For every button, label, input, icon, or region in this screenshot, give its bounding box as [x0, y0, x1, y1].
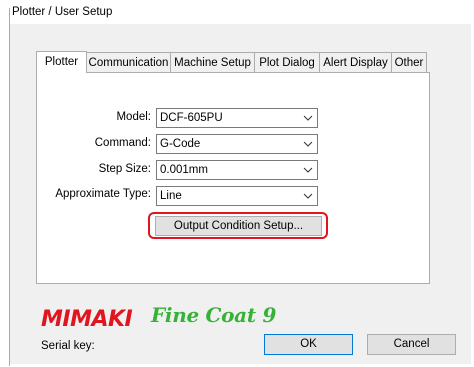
tab-other[interactable]: Other	[391, 52, 427, 72]
finecoat-logo: Fine Coat 9	[151, 303, 277, 327]
approximate-type-label: Approximate Type:	[55, 188, 151, 200]
step-size-label: Step Size:	[98, 163, 151, 175]
model-select[interactable]: DCF-605PU	[156, 108, 318, 128]
serial-key-label: Serial key:	[41, 340, 95, 352]
tab-plotter[interactable]: Plotter	[36, 51, 87, 73]
tab-alert-display[interactable]: Alert Display	[319, 52, 392, 72]
approximate-type-select[interactable]: Line	[156, 186, 318, 206]
step-size-select[interactable]: 0.001mm	[156, 160, 318, 180]
model-label: Model:	[116, 111, 151, 123]
command-label: Command:	[94, 137, 151, 149]
chevron-down-icon	[303, 141, 313, 147]
plotter-user-setup-window: Plotter / User Setup Plotter Communicati…	[0, 0, 474, 367]
highlight-annotation	[148, 212, 328, 239]
mimaki-logo: MIMAKI	[41, 307, 133, 332]
tab-machine-setup[interactable]: Machine Setup	[170, 52, 255, 72]
window-title: Plotter / User Setup	[12, 6, 113, 18]
tab-plot-dialog[interactable]: Plot Dialog	[254, 52, 320, 72]
chevron-down-icon	[303, 193, 313, 199]
chevron-down-icon	[303, 167, 313, 173]
model-value: DCF-605PU	[160, 112, 223, 124]
tab-communication[interactable]: Communication	[86, 52, 171, 72]
cancel-button[interactable]: Cancel	[367, 334, 456, 355]
chevron-down-icon	[303, 115, 313, 121]
approximate-type-value: Line	[160, 190, 182, 202]
command-select[interactable]: G-Code	[156, 134, 318, 154]
command-value: G-Code	[160, 138, 201, 150]
ok-button[interactable]: OK	[264, 334, 353, 355]
step-size-value: 0.001mm	[160, 164, 208, 176]
